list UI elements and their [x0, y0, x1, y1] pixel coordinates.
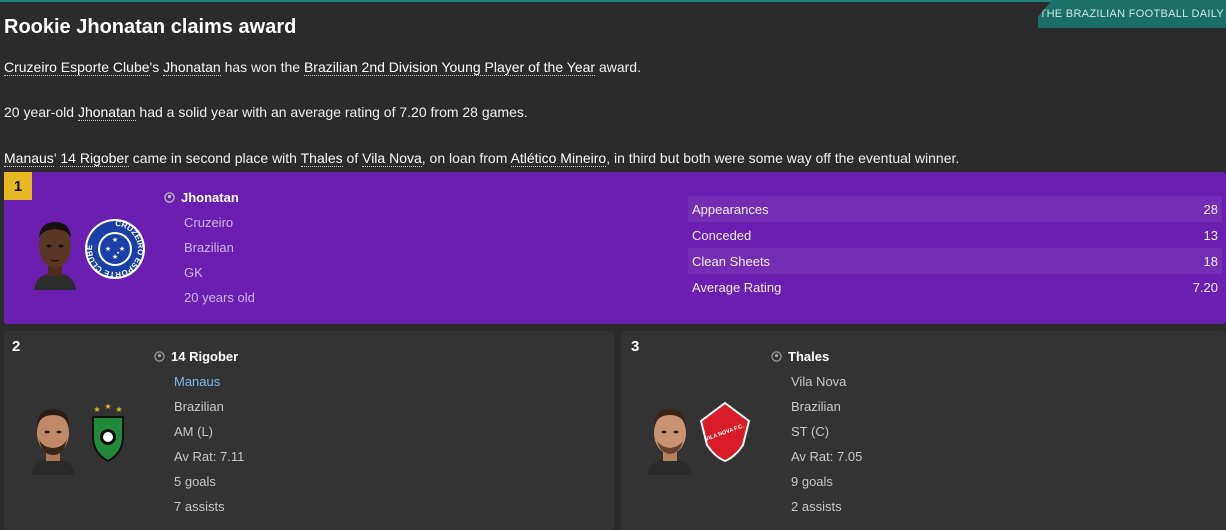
stat-label: Clean Sheets [692, 253, 771, 269]
link-player-jhonatan[interactable]: Jhonatan [163, 59, 221, 76]
stat-label: Average Rating [692, 279, 782, 295]
rank-number: 3 [631, 338, 640, 355]
second-club-link[interactable]: Manaus [174, 374, 220, 389]
winner-card: 1 CRUZEIRO ESPORTE CLUBE ★ ★ ★ ★ ★ Jhona… [4, 172, 1226, 324]
winner-age: 20 years old [184, 290, 255, 305]
link-player-rigober[interactable]: 14 Rigober [60, 150, 129, 167]
stat-value: 28 [1203, 201, 1218, 217]
third-name[interactable]: Thales [788, 349, 829, 364]
text: 's [149, 59, 164, 75]
second-nationality: Brazilian [174, 399, 224, 414]
second-goals: 5 goals [174, 474, 216, 489]
third-place-card: 3 VILA NOVA F.C. Thales Vila Nova Brazil… [621, 331, 1226, 530]
stat-row: Appearances 28 [688, 196, 1222, 222]
player-face-jhonatan[interactable] [30, 216, 80, 290]
cruzeiro-badge-icon[interactable]: CRUZEIRO ESPORTE CLUBE ★ ★ ★ ★ ★ [84, 218, 146, 280]
winner-name-row[interactable]: Jhonatan [164, 190, 239, 205]
person-icon [154, 351, 165, 362]
svg-text:★: ★ [115, 405, 122, 414]
third-assists: 2 assists [791, 499, 842, 514]
text: came in second place with [128, 150, 301, 166]
stat-value: 7.20 [1192, 279, 1218, 295]
winner-stats-table: Appearances 28 Conceded 13 Clean Sheets 18 … [688, 196, 1222, 300]
text: , on loan from [421, 150, 511, 166]
second-position: AM (L) [174, 424, 213, 439]
third-position: ST (C) [791, 424, 830, 439]
newspaper-source-tab: THE BRAZILIAN FOOTBALL DAILY [1038, 0, 1226, 28]
person-icon [164, 192, 175, 203]
second-place-card: 2 ★ ★ ★ 14 Rigober Manaus Brazilian AM (… [4, 331, 614, 530]
link-club-manaus[interactable]: Manaus [4, 150, 54, 167]
rank-number: 2 [12, 338, 21, 355]
text: had a solid year with an average rating … [135, 104, 528, 120]
stat-row: Conceded 13 [688, 222, 1222, 248]
svg-text:★: ★ [119, 245, 125, 253]
text: 20 year-old [4, 104, 78, 120]
stat-value: 18 [1203, 253, 1218, 269]
link-club-atletico-mineiro[interactable]: Atlético Mineiro [510, 150, 607, 167]
paragraph-award: Cruzeiro Esporte Clube's Jhonatan has wo… [4, 59, 641, 76]
stat-row: Clean Sheets 18 [688, 248, 1222, 274]
text: of [342, 150, 363, 166]
winner-position: GK [184, 265, 203, 280]
winner-club: Cruzeiro [184, 215, 234, 230]
top-accent-line [0, 0, 1226, 2]
paragraph-runners-up: Manaus' 14 Rigober came in second place … [4, 150, 960, 167]
rank-badge: 1 [4, 172, 32, 200]
text: award. [595, 59, 641, 75]
link-club-vila-nova[interactable]: Vila Nova [362, 150, 422, 167]
headline: Rookie Jhonatan claims award [4, 16, 297, 38]
second-name[interactable]: 14 Rigober [171, 349, 238, 364]
svg-text:★: ★ [105, 245, 111, 253]
player-face-thales[interactable] [645, 403, 695, 475]
svg-text:★: ★ [104, 403, 111, 411]
vila-nova-badge-icon[interactable]: VILA NOVA F.C. [699, 401, 751, 463]
winner-name[interactable]: Jhonatan [181, 190, 239, 205]
link-club-cruzeiro[interactable]: Cruzeiro Esporte Clube [4, 59, 150, 76]
second-assists: 7 assists [174, 499, 225, 514]
manaus-badge-icon[interactable]: ★ ★ ★ [88, 403, 128, 463]
third-nationality: Brazilian [791, 399, 841, 414]
link-player-thales[interactable]: Thales [300, 150, 343, 167]
winner-nationality: Brazilian [184, 240, 234, 255]
third-club: Vila Nova [791, 374, 847, 389]
svg-text:★: ★ [93, 405, 100, 414]
stat-label: Conceded [692, 227, 752, 243]
stat-value: 13 [1203, 227, 1218, 243]
person-icon [771, 351, 782, 362]
text: , in third but both were some way off th… [606, 150, 960, 166]
link-player-jhonatan[interactable]: Jhonatan [77, 104, 136, 121]
stat-label: Appearances [692, 201, 769, 217]
svg-text:★: ★ [112, 236, 118, 244]
player-face-rigober[interactable] [28, 403, 78, 475]
paragraph-stats: 20 year-old Jhonatan had a solid year wi… [4, 104, 528, 121]
svg-text:★: ★ [116, 250, 120, 255]
link-award[interactable]: Brazilian 2nd Division Young Player of t… [303, 59, 596, 76]
second-name-row[interactable]: 14 Rigober [154, 349, 238, 364]
text: has won the [220, 59, 304, 75]
third-rating: Av Rat: 7.05 [791, 449, 863, 464]
second-rating: Av Rat: 7.11 [174, 449, 245, 464]
stat-row: Average Rating 7.20 [688, 274, 1222, 300]
third-name-row[interactable]: Thales [771, 349, 829, 364]
third-goals: 9 goals [791, 474, 833, 489]
